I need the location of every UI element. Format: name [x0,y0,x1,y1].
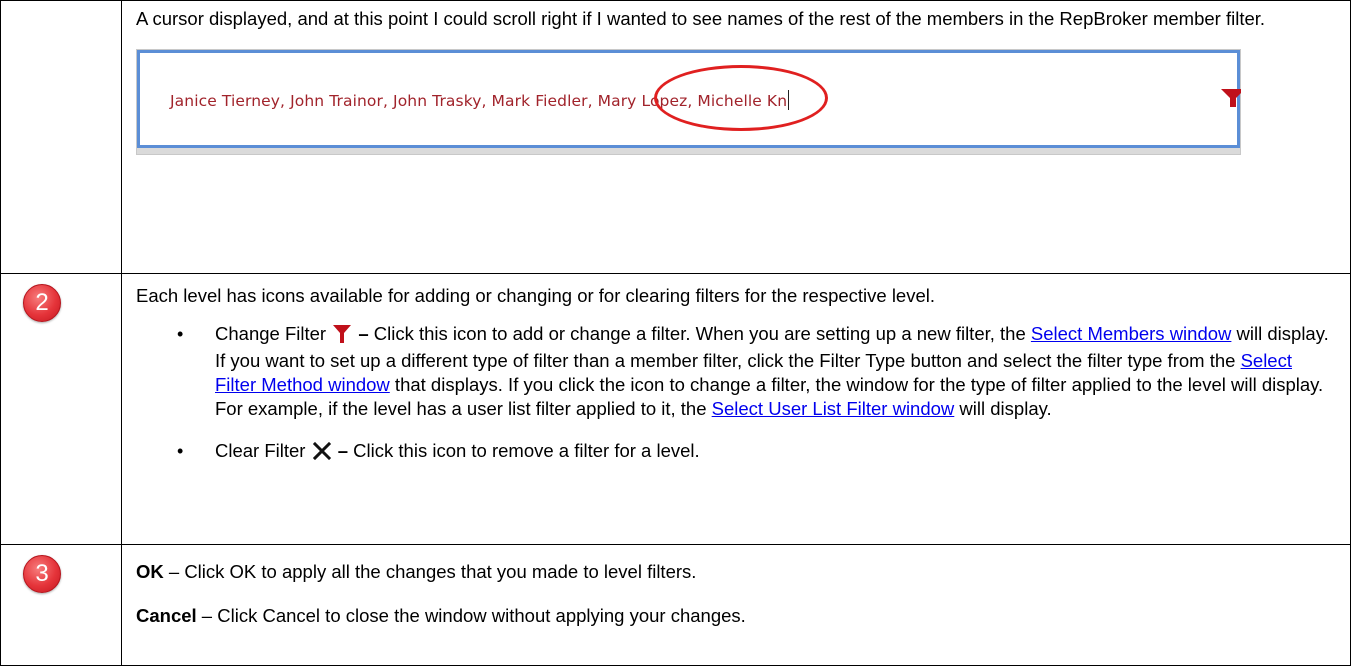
number-cell: 2 [0,273,122,545]
instruction-table: A cursor displayed, and at this point I … [0,0,1351,666]
bullet-text: Click this icon to add or change a filte… [368,323,1031,344]
clear-x-icon [312,441,331,466]
clear-filter-term: Clear Filter [215,440,306,461]
step-number-badge: 2 [23,284,61,322]
bullet-text: will display. [954,398,1052,419]
cancel-text: – Click Cancel to close the window witho… [196,605,746,626]
highlight-ellipse [654,65,828,131]
cancel-term: Cancel [136,605,197,626]
number-cell [0,0,122,274]
cancel-description: Cancel – Click Cancel to close the windo… [136,604,1336,628]
member-filter-field[interactable]: Janice Tierney, John Trainor, John Trask… [137,50,1241,148]
table-row: A cursor displayed, and at this point I … [0,0,1351,274]
screenshot-inset: Janice Tierney, John Trainor, John Trask… [136,49,1241,155]
inset-shadow [137,148,1240,154]
icon-list: Change Filter – Click this icon to add o… [136,322,1336,466]
filter-funnel-icon [333,325,352,349]
row2-intro: Each level has icons available for addin… [136,285,936,306]
ok-description: OK – Click OK to apply all the changes t… [136,560,1336,584]
description-cell: Each level has icons available for addin… [121,273,1351,545]
filter-funnel-icon[interactable] [1221,89,1241,107]
number-cell: 3 [0,544,122,666]
step-number-badge: 3 [23,555,61,593]
row1-description: A cursor displayed, and at this point I … [136,8,1266,29]
select-members-window-link[interactable]: Select Members window [1031,323,1232,344]
bullet-text: Click this icon to remove a filter for a… [348,440,700,461]
ok-term: OK [136,561,164,582]
dash: – [332,440,349,461]
select-user-list-filter-window-link[interactable]: Select User List Filter window [712,398,955,419]
list-item: Change Filter – Click this icon to add o… [177,322,1336,421]
dash: – [353,323,369,344]
table-row: 2 Each level has icons available for add… [0,273,1351,545]
description-cell: A cursor displayed, and at this point I … [121,0,1351,274]
list-item: Clear Filter – Click this icon to remove… [177,439,1336,466]
ok-text: – Click OK to apply all the changes that… [163,561,697,582]
description-cell: OK – Click OK to apply all the changes t… [121,544,1351,666]
change-filter-term: Change Filter [215,323,327,344]
table-row: 3 OK – Click OK to apply all the changes… [0,544,1351,666]
